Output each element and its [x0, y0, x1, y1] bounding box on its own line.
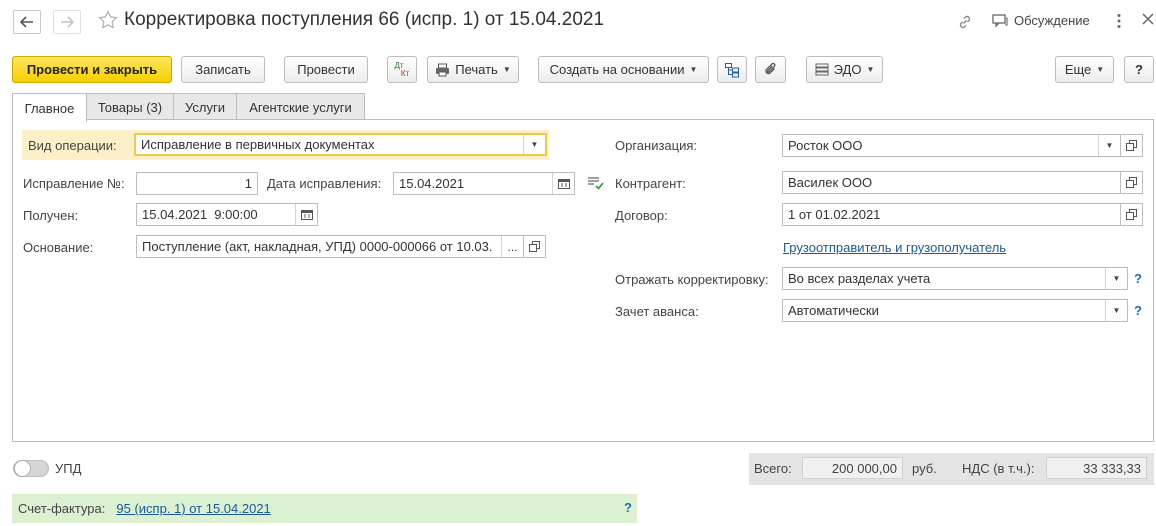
correction-date-input[interactable]: 15.04.2021: [393, 172, 575, 195]
chevron-down-icon: ▼: [1096, 65, 1105, 74]
calendar-icon[interactable]: [552, 173, 574, 194]
create-based-on-button[interactable]: Создать на основании ▼: [538, 56, 709, 83]
chevron-down-icon: ▼: [689, 65, 698, 74]
contract-label: Договор:: [615, 208, 668, 223]
operation-type-value: Исправление в первичных документах: [141, 137, 375, 152]
upd-label: УПД: [55, 461, 82, 476]
counterparty-value: Василек ООО: [788, 175, 873, 190]
arrow-right-icon: [61, 16, 74, 28]
open-counterparty-icon[interactable]: [1121, 171, 1143, 194]
more-actions-button[interactable]: Еще ▼: [1055, 56, 1114, 83]
vat-amount: 33 333,33: [1046, 457, 1147, 479]
correction-number-input[interactable]: 1: [136, 172, 258, 195]
post-button[interactable]: Провести: [284, 56, 368, 83]
tab-agent-services[interactable]: Агентские услуги: [236, 93, 365, 120]
back-button[interactable]: [13, 10, 41, 34]
chevron-down-icon: ▼: [502, 65, 511, 74]
organization-select[interactable]: Росток ООО ▼: [782, 134, 1121, 157]
paperclip-icon: [764, 62, 775, 75]
calendar-icon[interactable]: [295, 204, 317, 225]
advance-offset-label: Зачет аванса:: [615, 304, 699, 319]
contract-input[interactable]: 1 от 01.02.2021: [782, 203, 1121, 226]
edo-icon: [815, 63, 829, 76]
reflect-correction-select[interactable]: Во всех разделах учета ▼: [782, 267, 1128, 290]
currency-label: руб.: [912, 461, 937, 476]
toggle-knob: [14, 460, 31, 477]
arrow-left-icon: [20, 16, 33, 28]
dt-kt-button[interactable]: Дт Кт: [387, 56, 417, 83]
page-title: Корректировка поступления 66 (испр. 1) о…: [124, 9, 605, 30]
chevron-down-icon[interactable]: ▼: [1098, 135, 1120, 156]
structure-button[interactable]: [717, 56, 747, 83]
discussion-button[interactable]: Обсуждение: [992, 13, 1090, 28]
edo-label: ЭДО: [833, 62, 862, 77]
correction-date-label: Дата исправления:: [267, 176, 382, 191]
tab-main[interactable]: Главное: [12, 93, 87, 122]
basis-label: Основание:: [23, 240, 94, 255]
reflect-help-icon[interactable]: ?: [1134, 271, 1142, 286]
invoice-help-icon[interactable]: ?: [624, 500, 632, 515]
attach-button[interactable]: [755, 56, 786, 83]
operation-type-label: Вид операции:: [28, 138, 117, 153]
document-check-icon[interactable]: [587, 176, 604, 193]
correction-date-value: 15.04.2021: [399, 176, 465, 191]
post-and-close-button[interactable]: Провести и закрыть: [12, 56, 172, 83]
shipper-consignee-link[interactable]: Грузоотправитель и грузополучатель: [783, 240, 1006, 255]
received-datetime-input[interactable]: 15.04.2021 9:00:00: [136, 203, 318, 226]
tab-services[interactable]: Услуги: [173, 93, 237, 120]
open-contract-icon[interactable]: [1121, 203, 1143, 226]
reflect-correction-value: Во всех разделах учета: [788, 271, 931, 286]
organization-value: Росток ООО: [788, 138, 863, 153]
advance-help-icon[interactable]: ?: [1134, 303, 1142, 318]
counterparty-label: Контрагент:: [615, 176, 686, 191]
counterparty-input[interactable]: Василек ООО: [782, 171, 1121, 194]
close-icon[interactable]: [1142, 13, 1154, 28]
printer-icon: [436, 63, 450, 76]
help-button[interactable]: ?: [1124, 56, 1154, 83]
correction-number-label: Исправление №:: [23, 176, 125, 191]
more-vert-icon[interactable]: [1116, 13, 1122, 32]
link-icon[interactable]: [957, 14, 973, 33]
basis-value: Поступление (акт, накладная, УПД) 0000-0…: [142, 239, 493, 254]
open-basis-icon[interactable]: [524, 235, 546, 258]
operation-type-select[interactable]: Исправление в первичных документах ▼: [134, 133, 547, 156]
vat-label: НДС (в т.ч.):: [962, 461, 1035, 476]
advance-offset-value: Автоматически: [788, 303, 879, 318]
more-actions-label: Еще: [1064, 62, 1092, 77]
invoice-link[interactable]: 95 (испр. 1) от 15.04.2021: [116, 501, 270, 516]
received-label: Получен:: [23, 208, 79, 223]
favorite-star-icon[interactable]: [98, 10, 118, 33]
total-label: Всего:: [754, 461, 792, 476]
open-organization-icon[interactable]: [1121, 134, 1143, 157]
forward-button[interactable]: [53, 10, 81, 34]
invoice-label: Счет-фактура:: [18, 501, 106, 516]
upd-toggle[interactable]: [13, 460, 49, 477]
structure-icon: [725, 62, 739, 77]
discussion-icon: [992, 13, 1008, 28]
basis-input[interactable]: Поступление (акт, накладная, УПД) 0000-0…: [136, 235, 524, 258]
dt-kt-icon-bottom: Кт: [400, 68, 410, 78]
advance-offset-select[interactable]: Автоматически ▼: [782, 299, 1128, 322]
save-button[interactable]: Записать: [181, 56, 265, 83]
total-amount: 200 000,00: [802, 457, 903, 479]
edo-button[interactable]: ЭДО ▼: [806, 56, 883, 83]
chevron-down-icon[interactable]: ▼: [1105, 300, 1127, 321]
create-based-on-label: Создать на основании: [549, 62, 685, 77]
chevron-down-icon: ▼: [866, 65, 875, 74]
contract-value: 1 от 01.02.2021: [788, 207, 881, 222]
basis-select-button[interactable]: ...: [501, 236, 523, 257]
chevron-down-icon[interactable]: ▼: [523, 135, 545, 154]
tab-goods[interactable]: Товары (3): [86, 93, 174, 120]
reflect-correction-label: Отражать корректировку:: [615, 272, 769, 287]
received-datetime-value: 15.04.2021 9:00:00: [142, 207, 258, 222]
organization-label: Организация:: [615, 138, 698, 153]
chevron-down-icon[interactable]: ▼: [1105, 268, 1127, 289]
print-label: Печать: [455, 62, 498, 77]
correction-number-value: 1: [244, 176, 252, 191]
discussion-label: Обсуждение: [1014, 13, 1090, 28]
print-button[interactable]: Печать ▼: [427, 56, 519, 83]
invoice-bar: Счет-фактура: 95 (испр. 1) от 15.04.2021…: [12, 494, 637, 523]
